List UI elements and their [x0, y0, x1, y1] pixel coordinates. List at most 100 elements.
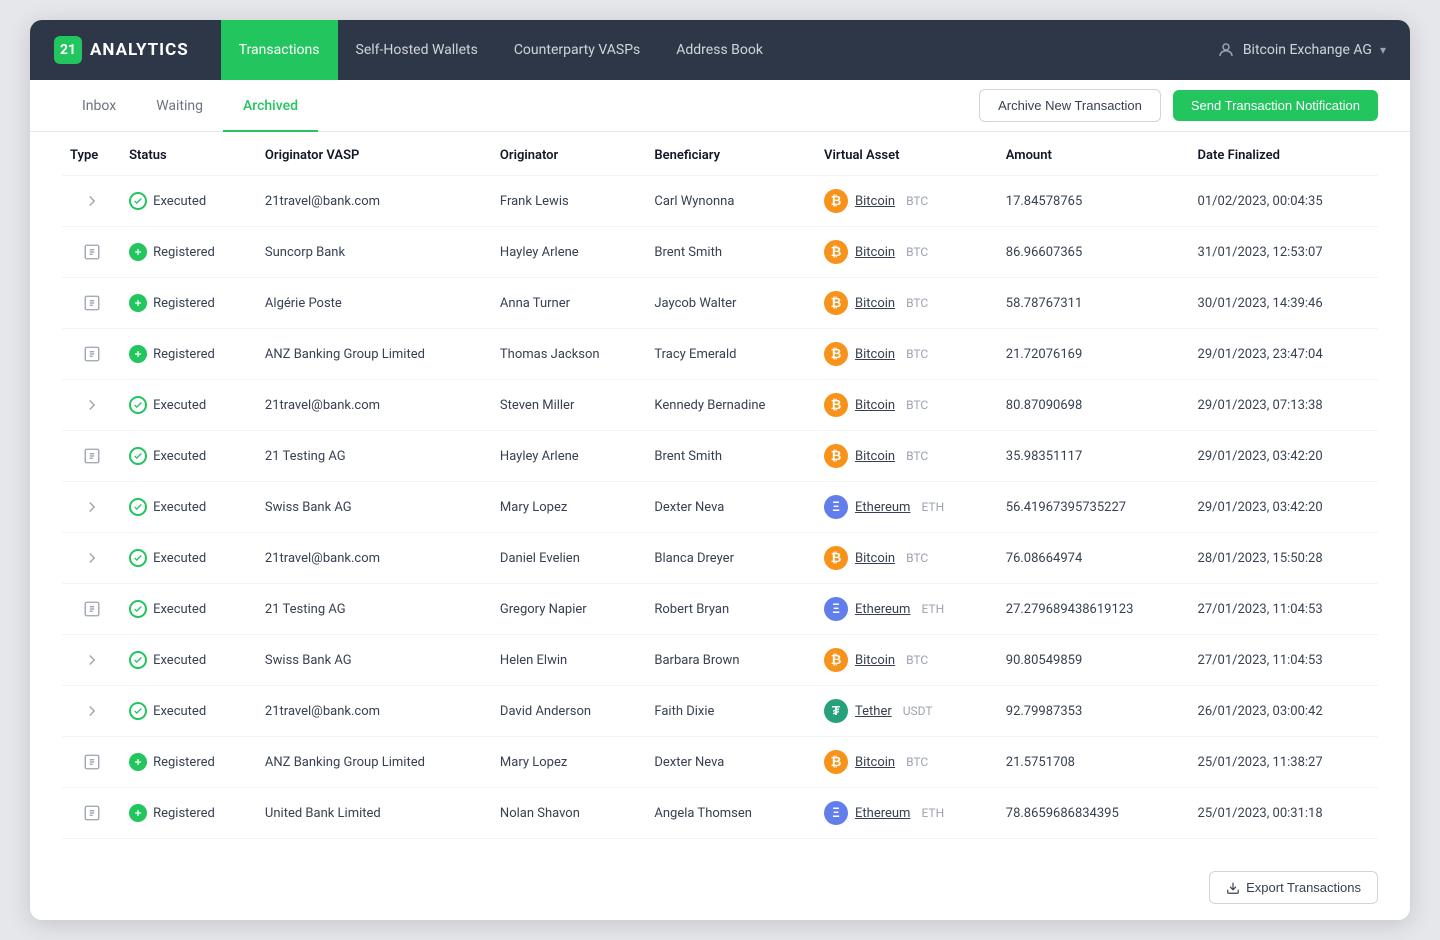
- cell-beneficiary: Tracy Emerald: [646, 329, 816, 380]
- asset-icon-btc: ₿: [824, 393, 848, 417]
- nav-item-self-hosted-wallets[interactable]: Self-Hosted Wallets: [338, 20, 496, 80]
- col-date-finalized: Date Finalized: [1190, 132, 1378, 176]
- cell-originator: Thomas Jackson: [492, 329, 646, 380]
- status-dot-registered: [129, 804, 147, 822]
- status-label: Executed: [153, 704, 206, 719]
- table-row[interactable]: ExecutedSwiss Bank AGHelen ElwinBarbara …: [62, 635, 1378, 686]
- send-transaction-notification-button[interactable]: Send Transaction Notification: [1173, 90, 1378, 121]
- receive-icon: [70, 600, 113, 618]
- receive-icon: [70, 294, 113, 312]
- table-row[interactable]: Executed21travel@bank.comDaniel EvelienB…: [62, 533, 1378, 584]
- status-label: Executed: [153, 500, 206, 515]
- asset-icon-btc: ₿: [824, 648, 848, 672]
- asset-name-link[interactable]: Ethereum: [855, 500, 910, 515]
- asset-name-link[interactable]: Bitcoin: [855, 653, 895, 668]
- table-row[interactable]: RegisteredANZ Banking Group LimitedMary …: [62, 737, 1378, 788]
- send-icon: [70, 192, 113, 210]
- asset-name-link[interactable]: Bitcoin: [855, 245, 895, 260]
- asset-icon-btc: ₿: [824, 546, 848, 570]
- cell-type: [62, 686, 121, 737]
- table-row[interactable]: Executed21travel@bank.comSteven MillerKe…: [62, 380, 1378, 431]
- cell-amount: 17.84578765: [998, 176, 1190, 227]
- asset-name-link[interactable]: Ethereum: [855, 806, 910, 821]
- table-row[interactable]: Executed21travel@bank.comDavid AndersonF…: [62, 686, 1378, 737]
- cell-originator-vasp: Algérie Poste: [257, 278, 492, 329]
- cell-date-finalized: 29/01/2023, 23:47:04: [1190, 329, 1378, 380]
- asset-name-link[interactable]: Ethereum: [855, 602, 910, 617]
- col-amount: Amount: [998, 132, 1190, 176]
- cell-originator-vasp: Swiss Bank AG: [257, 482, 492, 533]
- archive-new-transaction-button[interactable]: Archive New Transaction: [979, 89, 1161, 122]
- table-row[interactable]: RegisteredSuncorp BankHayley ArleneBrent…: [62, 227, 1378, 278]
- nav-item-counterparty-vasps[interactable]: Counterparty VASPs: [496, 20, 658, 80]
- receive-icon: [70, 753, 113, 771]
- cell-status: Registered: [121, 329, 257, 380]
- user-area[interactable]: Bitcoin Exchange AG ▾: [1217, 41, 1386, 59]
- status-label: Executed: [153, 194, 206, 209]
- status-dot-registered: [129, 243, 147, 261]
- send-icon: [70, 702, 113, 720]
- table-body: Executed21travel@bank.comFrank LewisCarl…: [62, 176, 1378, 839]
- cell-status: Executed: [121, 176, 257, 227]
- cell-beneficiary: Jaycob Walter: [646, 278, 816, 329]
- asset-name-link[interactable]: Bitcoin: [855, 296, 895, 311]
- tab-waiting[interactable]: Waiting: [136, 80, 223, 132]
- asset-icon-btc: ₿: [824, 240, 848, 264]
- cell-originator-vasp: 21travel@bank.com: [257, 380, 492, 431]
- table-row[interactable]: Executed21travel@bank.comFrank LewisCarl…: [62, 176, 1378, 227]
- asset-ticker: BTC: [906, 449, 928, 463]
- status-dot-registered: [129, 345, 147, 363]
- nav-item-address-book[interactable]: Address Book: [658, 20, 781, 80]
- cell-status: Executed: [121, 533, 257, 584]
- cell-beneficiary: Blanca Dreyer: [646, 533, 816, 584]
- cell-amount: 80.87090698: [998, 380, 1190, 431]
- nav-item-transactions[interactable]: Transactions: [221, 20, 338, 80]
- table-row[interactable]: RegisteredUnited Bank LimitedNolan Shavo…: [62, 788, 1378, 839]
- asset-name-link[interactable]: Bitcoin: [855, 194, 895, 209]
- cell-originator-vasp: 21travel@bank.com: [257, 176, 492, 227]
- cell-originator: Mary Lopez: [492, 482, 646, 533]
- asset-name-link[interactable]: Bitcoin: [855, 755, 895, 770]
- cell-originator-vasp: 21 Testing AG: [257, 584, 492, 635]
- send-icon: [70, 396, 113, 414]
- tab-archived[interactable]: Archived: [223, 80, 318, 132]
- tab-inbox[interactable]: Inbox: [62, 80, 136, 132]
- cell-type: [62, 788, 121, 839]
- col-beneficiary: Beneficiary: [646, 132, 816, 176]
- col-originator-vasp: Originator VASP: [257, 132, 492, 176]
- cell-originator: Gregory Napier: [492, 584, 646, 635]
- cell-date-finalized: 30/01/2023, 14:39:46: [1190, 278, 1378, 329]
- status-label: Registered: [153, 347, 215, 362]
- cell-type: [62, 329, 121, 380]
- asset-ticker: BTC: [906, 755, 928, 769]
- asset-name-link[interactable]: Bitcoin: [855, 449, 895, 464]
- status-label: Executed: [153, 449, 206, 464]
- cell-status: Registered: [121, 227, 257, 278]
- table-row[interactable]: RegisteredAlgérie PosteAnna TurnerJaycob…: [62, 278, 1378, 329]
- receive-icon: [70, 804, 113, 822]
- cell-status: Executed: [121, 431, 257, 482]
- asset-icon-btc: ₿: [824, 291, 848, 315]
- table-row[interactable]: ExecutedSwiss Bank AGMary LopezDexter Ne…: [62, 482, 1378, 533]
- cell-beneficiary: Kennedy Bernadine: [646, 380, 816, 431]
- cell-amount: 58.78767311: [998, 278, 1190, 329]
- send-icon: [70, 651, 113, 669]
- export-transactions-button[interactable]: Export Transactions: [1209, 871, 1378, 904]
- status-label: Executed: [153, 551, 206, 566]
- table-row[interactable]: Executed21 Testing AGGregory NapierRober…: [62, 584, 1378, 635]
- cell-virtual-asset: ₿ Bitcoin BTC: [816, 176, 998, 227]
- asset-name-link[interactable]: Tether: [855, 704, 892, 719]
- cell-amount: 27.279689438619123: [998, 584, 1190, 635]
- asset-ticker: USDT: [903, 704, 933, 718]
- asset-name-link[interactable]: Bitcoin: [855, 347, 895, 362]
- cell-date-finalized: 26/01/2023, 03:00:42: [1190, 686, 1378, 737]
- table-row[interactable]: Executed21 Testing AGHayley ArleneBrent …: [62, 431, 1378, 482]
- status-dot-executed: [129, 600, 147, 618]
- cell-type: [62, 584, 121, 635]
- table-row[interactable]: RegisteredANZ Banking Group LimitedThoma…: [62, 329, 1378, 380]
- asset-icon-btc: ₿: [824, 342, 848, 366]
- asset-name-link[interactable]: Bitcoin: [855, 398, 895, 413]
- table-container: Type Status Originator VASP Originator B…: [30, 132, 1410, 859]
- asset-name-link[interactable]: Bitcoin: [855, 551, 895, 566]
- cell-originator: Hayley Arlene: [492, 227, 646, 278]
